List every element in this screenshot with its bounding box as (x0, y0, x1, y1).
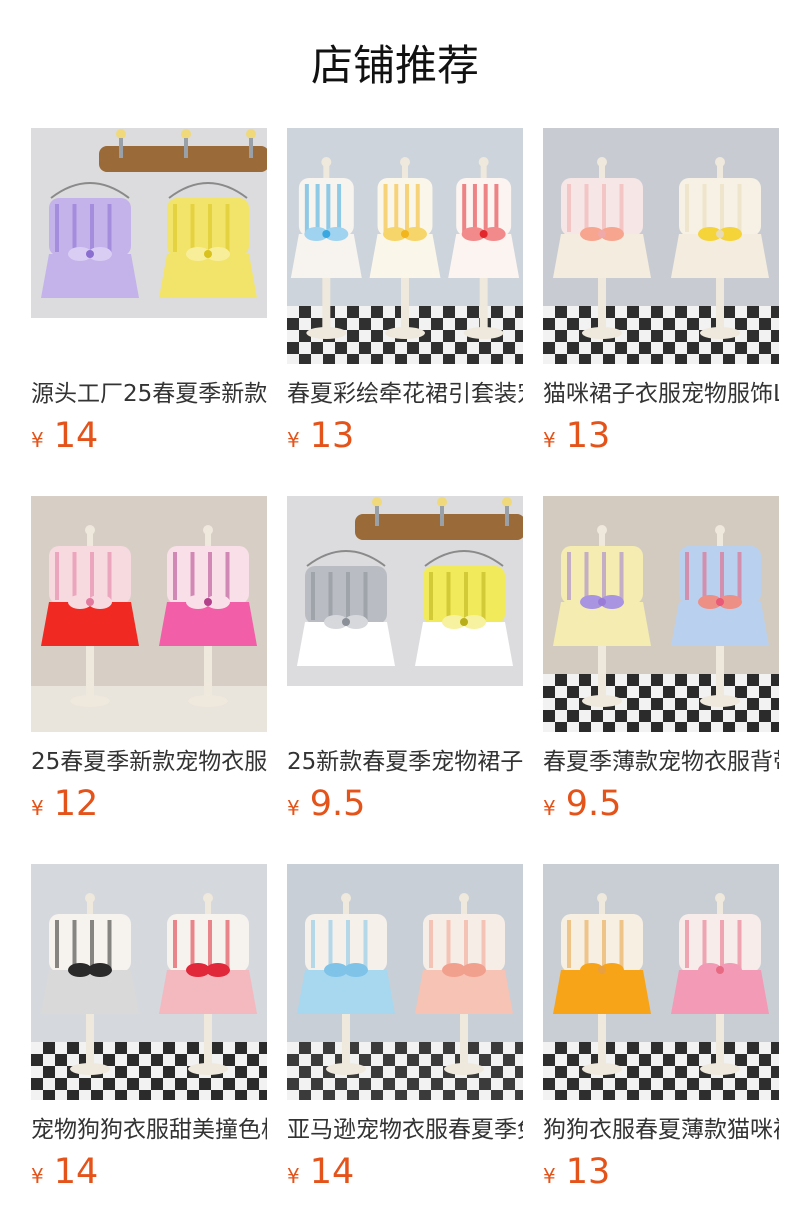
product-title[interactable]: 狗狗衣服春夏薄款猫咪裙子 (543, 1113, 779, 1147)
price-amount: 13 (565, 1152, 611, 1192)
currency-symbol: ¥ (31, 796, 44, 820)
product-grid: 源头工厂25春夏季新款宠物衣服 ¥14 春夏彩绘牵花裙引套装宠物衣服 ¥13 猫… (31, 128, 779, 1208)
price-amount: 14 (309, 1152, 355, 1192)
product-title[interactable]: 春夏彩绘牵花裙引套装宠物衣服 (287, 377, 523, 411)
currency-symbol: ¥ (287, 1164, 300, 1188)
product-image[interactable] (287, 864, 523, 1100)
price-amount: 9.5 (309, 784, 366, 824)
product-photo (543, 496, 779, 732)
product-image[interactable] (543, 496, 779, 732)
currency-symbol: ¥ (543, 1164, 556, 1188)
product-price: ¥9.5 (543, 784, 621, 824)
product-price: ¥14 (31, 416, 98, 456)
currency-symbol: ¥ (543, 428, 556, 452)
product-photo (31, 864, 267, 1100)
product-price: ¥13 (543, 1152, 610, 1192)
currency-symbol: ¥ (287, 796, 300, 820)
product-card[interactable]: 春夏彩绘牵花裙引套装宠物衣服 ¥13 (287, 128, 523, 460)
product-card[interactable]: 25新款春夏季宠物裙子格子款 ¥9.5 (287, 496, 523, 828)
section-title: 店铺推荐 (310, 41, 479, 90)
product-card[interactable]: 猫咪裙子衣服宠物服饰LUCK款 ¥13 (543, 128, 779, 460)
product-card[interactable]: 春夏季薄款宠物衣服背带裙 ¥9.5 (543, 496, 779, 828)
product-image[interactable] (287, 128, 523, 364)
product-price: ¥13 (287, 416, 354, 456)
price-amount: 13 (565, 416, 611, 456)
product-price: ¥14 (31, 1152, 98, 1192)
product-image[interactable] (31, 864, 267, 1100)
product-card[interactable]: 亚马逊宠物衣服春夏季兔子款 ¥14 (287, 864, 523, 1196)
product-title[interactable]: 源头工厂25春夏季新款宠物衣服 (31, 377, 267, 411)
product-price: ¥13 (543, 416, 610, 456)
product-photo (543, 128, 779, 364)
product-photo (287, 864, 523, 1100)
product-card[interactable]: 25春夏季新款宠物衣服纱裙 ¥12 (31, 496, 267, 828)
product-title[interactable]: 春夏季薄款宠物衣服背带裙 (543, 745, 779, 779)
product-card[interactable]: 宠物狗狗衣服甜美撞色格子裙 ¥14 (31, 864, 267, 1196)
currency-symbol: ¥ (31, 1164, 44, 1188)
price-amount: 14 (53, 416, 99, 456)
product-image[interactable] (543, 128, 779, 364)
price-amount: 9.5 (565, 784, 622, 824)
product-price: ¥12 (31, 784, 98, 824)
product-price: ¥9.5 (287, 784, 365, 824)
product-image[interactable] (543, 864, 779, 1100)
product-photo (543, 864, 779, 1100)
product-card[interactable]: 源头工厂25春夏季新款宠物衣服 ¥14 (31, 128, 267, 460)
product-title[interactable]: 猫咪裙子衣服宠物服饰LUCK款 (543, 377, 779, 411)
product-image[interactable] (287, 496, 523, 732)
price-amount: 14 (53, 1152, 99, 1192)
product-image[interactable] (31, 128, 267, 364)
currency-symbol: ¥ (31, 428, 44, 452)
product-photo (31, 128, 267, 364)
product-card[interactable]: 狗狗衣服春夏薄款猫咪裙子 ¥13 (543, 864, 779, 1196)
price-amount: 12 (53, 784, 99, 824)
product-title[interactable]: 25新款春夏季宠物裙子格子款 (287, 745, 523, 779)
currency-symbol: ¥ (543, 796, 556, 820)
product-photo (287, 496, 523, 732)
currency-symbol: ¥ (287, 428, 300, 452)
product-photo (287, 128, 523, 364)
product-photo (31, 496, 267, 732)
price-amount: 13 (309, 416, 355, 456)
product-image[interactable] (31, 496, 267, 732)
product-title[interactable]: 亚马逊宠物衣服春夏季兔子款 (287, 1113, 523, 1147)
product-title[interactable]: 25春夏季新款宠物衣服纱裙 (31, 745, 267, 779)
product-price: ¥14 (287, 1152, 354, 1192)
product-title[interactable]: 宠物狗狗衣服甜美撞色格子裙 (31, 1113, 267, 1147)
